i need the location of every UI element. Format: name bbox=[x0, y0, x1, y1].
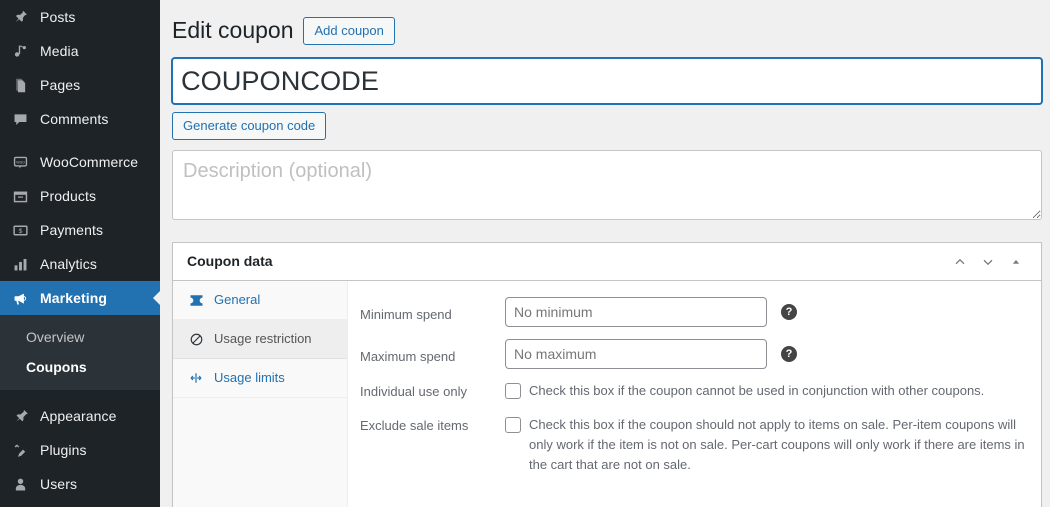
exclude-sale-items-label: Exclude sale items bbox=[360, 418, 469, 434]
sidebar-item-payments[interactable]: $ Payments bbox=[0, 213, 160, 247]
coupon-data-fields: Minimum spend ? Maximum spend ? bbox=[348, 281, 1041, 507]
exclude-sale-items-checkbox[interactable] bbox=[505, 417, 521, 434]
coupon-data-panel: Coupon data General Usage restriction Us… bbox=[172, 242, 1042, 507]
minimum-spend-input[interactable] bbox=[505, 297, 767, 328]
payments-icon: $ bbox=[9, 220, 31, 240]
individual-use-checkbox-wrap[interactable]: Check this box if the coupon cannot be u… bbox=[505, 381, 984, 401]
exclude-sale-items-checkbox-label: Check this box if the coupon should not … bbox=[529, 417, 1025, 473]
products-icon bbox=[9, 186, 31, 206]
sidebar-item-label: Media bbox=[40, 43, 79, 59]
individual-use-checkbox-label: Check this box if the coupon cannot be u… bbox=[529, 383, 985, 399]
sidebar-item-analytics[interactable]: Analytics bbox=[0, 247, 160, 281]
content-area: Edit coupon Add coupon Generate coupon c… bbox=[160, 0, 1050, 507]
coupon-description-textarea[interactable] bbox=[172, 150, 1042, 221]
sidebar-item-comments[interactable]: Comments bbox=[0, 102, 160, 136]
svg-text:woo: woo bbox=[16, 159, 25, 164]
field-row-maximum-spend: Maximum spend ? bbox=[360, 333, 1029, 375]
admin-screen: Posts Media Pages Comments woo WooCommer… bbox=[0, 0, 1050, 507]
sidebar-item-media[interactable]: Media bbox=[0, 34, 160, 68]
add-coupon-button[interactable]: Add coupon bbox=[303, 16, 395, 45]
sidebar-item-plugins[interactable]: Plugins bbox=[0, 433, 160, 467]
maximum-spend-label: Maximum spend bbox=[360, 349, 456, 365]
toggle-panel-icon[interactable] bbox=[1003, 249, 1029, 275]
move-down-icon[interactable] bbox=[975, 249, 1001, 275]
woocommerce-icon: woo bbox=[9, 152, 31, 172]
coupon-code-field-wrap bbox=[172, 57, 1042, 105]
sidebar-submenu-marketing: Overview Coupons bbox=[0, 315, 160, 391]
sidebar-item-label: Comments bbox=[40, 111, 109, 127]
tab-label: Usage limits bbox=[214, 370, 285, 386]
limits-icon bbox=[187, 370, 205, 386]
users-icon bbox=[9, 474, 31, 494]
sidebar-item-products[interactable]: Products bbox=[0, 179, 160, 213]
sidebar-item-label: Products bbox=[40, 188, 97, 204]
sidebar-item-users[interactable]: Users bbox=[0, 467, 160, 501]
sidebar-item-label: Users bbox=[40, 476, 78, 493]
sidebar-item-label: Plugins bbox=[40, 442, 87, 459]
blocked-icon bbox=[187, 331, 205, 347]
individual-use-checkbox[interactable] bbox=[505, 383, 521, 400]
sidebar-item-posts[interactable]: Posts bbox=[0, 0, 160, 34]
analytics-icon bbox=[9, 254, 31, 274]
sidebar-item-appearance[interactable]: Appearance bbox=[0, 399, 160, 433]
plugins-icon bbox=[9, 440, 31, 460]
field-row-individual-use: Individual use only Check this box if th… bbox=[360, 375, 1029, 409]
sidebar-subitem-overview[interactable]: Overview bbox=[0, 322, 160, 352]
panel-handle-actions bbox=[947, 249, 1029, 275]
sidebar-separator bbox=[0, 136, 160, 145]
field-row-minimum-spend: Minimum spend ? bbox=[360, 291, 1029, 333]
field-row-exclude-sale-items: Exclude sale items Check this box if the… bbox=[360, 409, 1029, 481]
sidebar-item-pages[interactable]: Pages bbox=[0, 68, 160, 102]
pin-icon bbox=[9, 7, 31, 27]
pages-icon bbox=[9, 75, 31, 95]
individual-use-label: Individual use only bbox=[360, 384, 467, 400]
minimum-spend-label: Minimum spend bbox=[360, 307, 452, 323]
page-header: Edit coupon Add coupon bbox=[172, 7, 1042, 58]
sidebar-item-tools[interactable]: Tools bbox=[0, 501, 160, 507]
sidebar-item-label: Payments bbox=[40, 222, 104, 238]
page-title: Edit coupon bbox=[172, 17, 294, 43]
tab-label: General bbox=[214, 292, 261, 308]
exclude-sale-items-checkbox-wrap[interactable]: Check this box if the coupon should not … bbox=[505, 415, 1029, 475]
comments-icon bbox=[9, 109, 31, 129]
coupon-data-panel-title: Coupon data bbox=[187, 252, 273, 269]
svg-text:$: $ bbox=[18, 228, 22, 235]
tab-usage-restriction[interactable]: Usage restriction bbox=[173, 320, 347, 360]
maximum-spend-input[interactable] bbox=[505, 339, 767, 370]
sidebar-item-marketing[interactable]: Marketing bbox=[0, 281, 160, 315]
tab-usage-limits[interactable]: Usage limits bbox=[173, 359, 347, 399]
sidebar-item-label: Appearance bbox=[40, 408, 117, 425]
sidebar-item-label: Pages bbox=[40, 77, 81, 93]
coupon-code-input[interactable] bbox=[172, 57, 1042, 105]
tab-general[interactable]: General bbox=[173, 281, 347, 321]
admin-sidebar: Posts Media Pages Comments woo WooCommer… bbox=[0, 0, 160, 507]
sidebar-subitem-coupons[interactable]: Coupons bbox=[0, 352, 160, 382]
sidebar-item-label: Analytics bbox=[40, 256, 97, 272]
coupon-data-panel-body: General Usage restriction Usage limits M… bbox=[173, 281, 1041, 507]
coupon-data-panel-header: Coupon data bbox=[173, 243, 1041, 282]
sidebar-item-woocommerce[interactable]: woo WooCommerce bbox=[0, 145, 160, 179]
megaphone-icon bbox=[9, 288, 31, 308]
move-up-icon[interactable] bbox=[947, 249, 973, 275]
current-menu-arrow bbox=[153, 290, 160, 306]
sidebar-item-label: Posts bbox=[40, 9, 76, 25]
generate-coupon-row: Generate coupon code bbox=[172, 104, 1042, 141]
appearance-icon bbox=[9, 406, 31, 426]
generate-coupon-code-button[interactable]: Generate coupon code bbox=[172, 112, 327, 141]
sidebar-separator bbox=[0, 390, 160, 399]
sidebar-item-label: Marketing bbox=[40, 290, 108, 306]
sidebar-item-label: WooCommerce bbox=[40, 154, 139, 170]
ticket-icon bbox=[187, 292, 205, 308]
coupon-data-tabs: General Usage restriction Usage limits bbox=[173, 281, 348, 507]
media-icon bbox=[9, 41, 31, 61]
help-icon[interactable]: ? bbox=[781, 304, 797, 321]
help-icon[interactable]: ? bbox=[781, 346, 797, 363]
tab-label: Usage restriction bbox=[214, 331, 312, 347]
